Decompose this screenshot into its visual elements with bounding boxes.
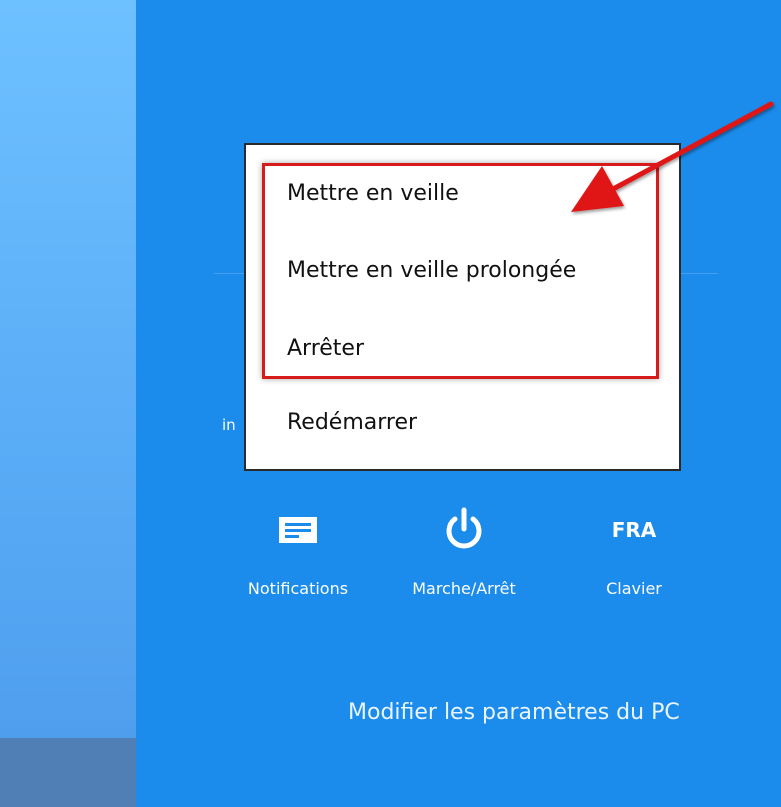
notifications-label: Notifications <box>247 579 349 598</box>
keyboard-language-icon: FRA <box>611 518 657 542</box>
change-pc-settings-link[interactable]: Modifier les paramètres du PC <box>348 700 680 725</box>
keyboard-label: Clavier <box>606 579 662 598</box>
power-label: Marche/Arrêt <box>412 579 516 598</box>
power-icon <box>399 505 529 555</box>
quick-setting-power[interactable]: Marche/Arrêt <box>399 505 529 598</box>
annotation-arrow <box>571 101 774 212</box>
quick-setting-keyboard[interactable]: FRA Clavier <box>569 505 699 598</box>
quick-setting-notifications[interactable]: Notifications <box>233 505 363 598</box>
notifications-icon <box>233 505 363 555</box>
